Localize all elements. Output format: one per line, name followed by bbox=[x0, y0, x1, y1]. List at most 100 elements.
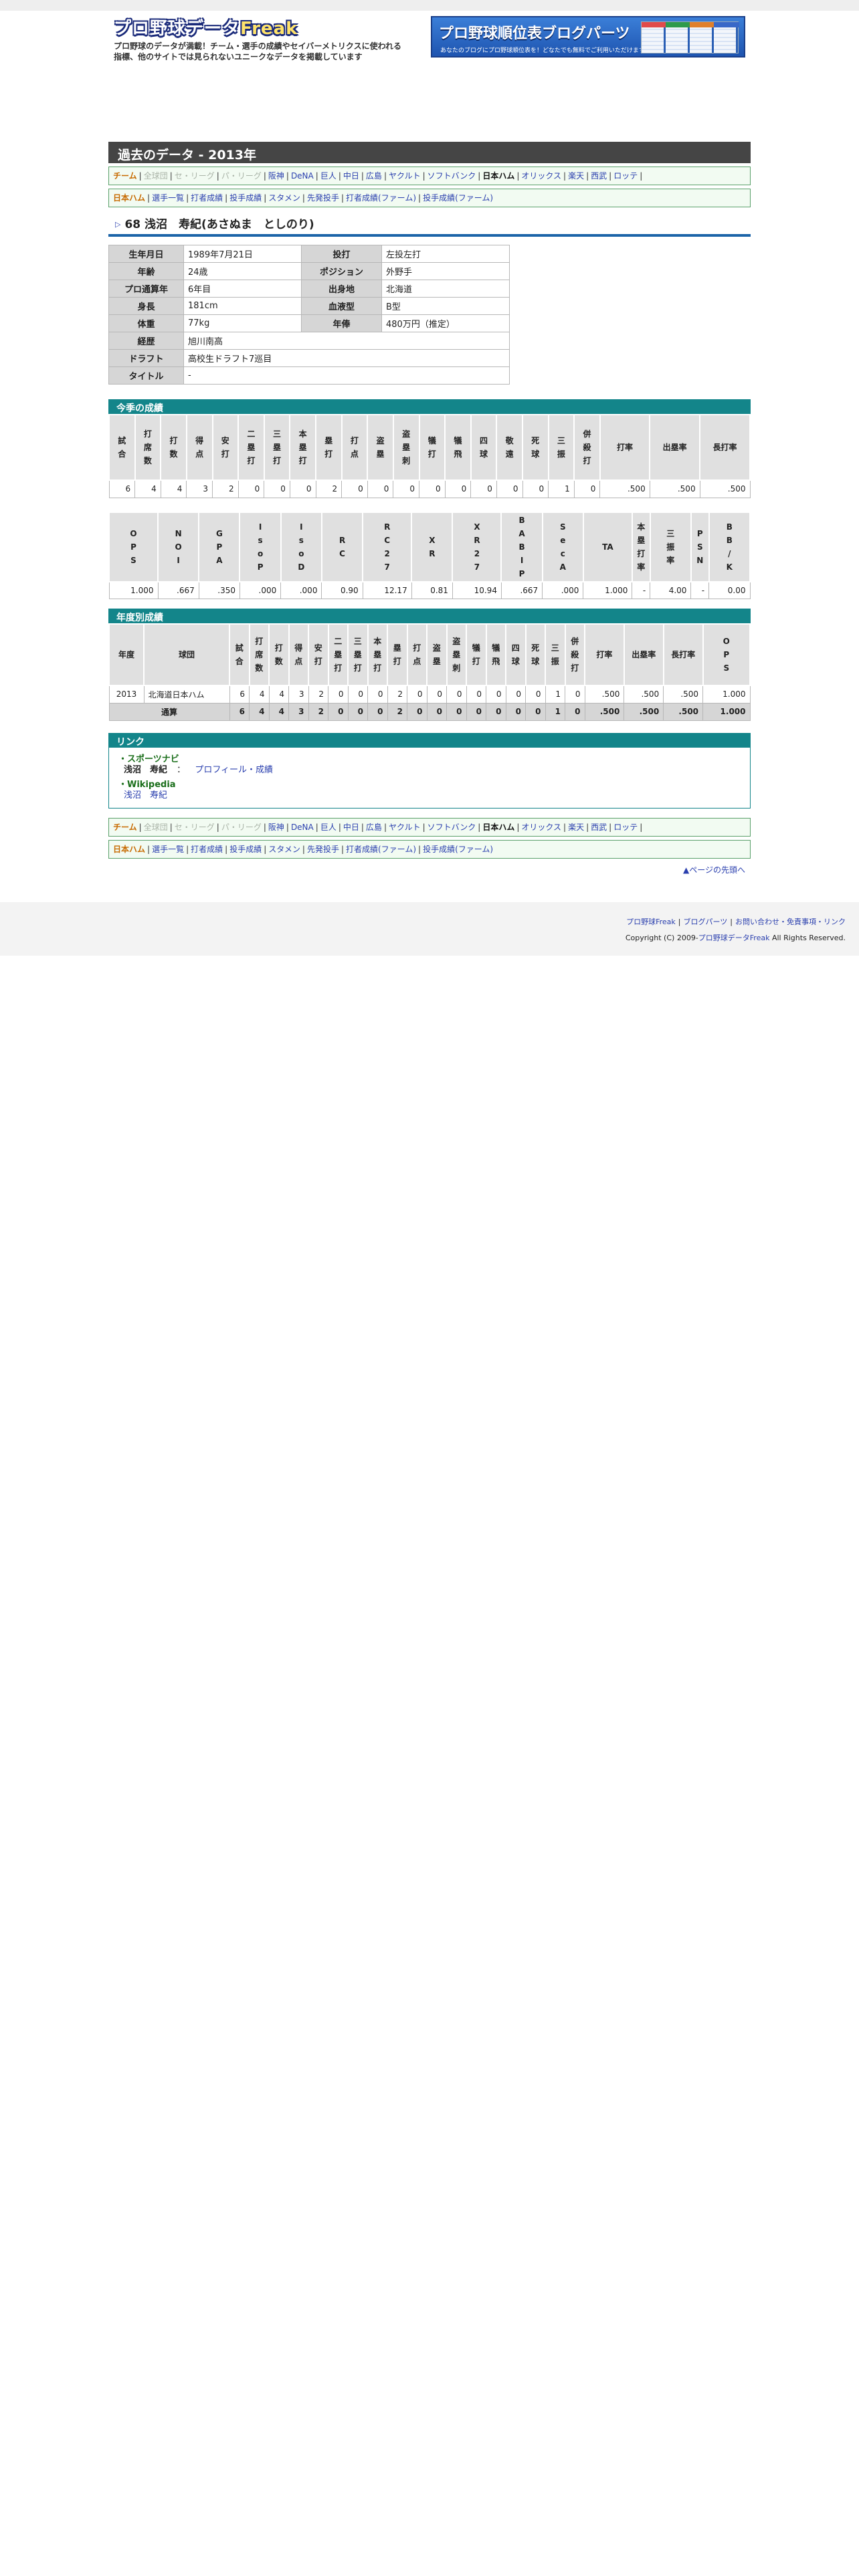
yearly-header-row: 年度 球団試合打席数打数得点安打二塁打三塁打本塁打塁打打点盗塁盗塁刺犠打犠飛四球死… bbox=[108, 623, 751, 686]
column-header: 三振 bbox=[545, 623, 566, 686]
logo-area[interactable]: プロ野球データFreak プロ野球のデータが満載！チーム・選手の成績やセイバーメ… bbox=[114, 15, 421, 62]
stat-cell: 0 bbox=[426, 702, 447, 721]
stat-cell: 1 bbox=[545, 685, 565, 704]
separator: | bbox=[422, 822, 425, 832]
team-link-8[interactable]: ヤクルト bbox=[389, 823, 421, 832]
wikipedia-link[interactable]: 浅沼 寿紀 bbox=[124, 790, 167, 800]
column-header: 二塁打 bbox=[237, 414, 265, 481]
stat-cell: 2 bbox=[387, 685, 407, 704]
footer-link-1[interactable]: ブログパーツ bbox=[684, 918, 728, 926]
column-header: 試合 bbox=[108, 414, 136, 481]
column-header: 年度 bbox=[108, 623, 145, 686]
team-link-4[interactable]: DeNA bbox=[291, 171, 314, 181]
separator: | bbox=[478, 822, 481, 832]
separator: | bbox=[730, 917, 733, 926]
sportsnavi-player: 浅沼 寿紀 bbox=[124, 764, 168, 775]
copyright-link[interactable]: プロ野球データFreak bbox=[698, 934, 770, 942]
links-heading: リンク bbox=[108, 732, 751, 748]
separator: | bbox=[186, 193, 189, 203]
column-header: PSN bbox=[690, 511, 710, 582]
sportsnavi-profile-link[interactable]: プロフィール・成績 bbox=[195, 765, 273, 775]
separator: | bbox=[315, 822, 318, 832]
footer-link-0[interactable]: プロ野球Freak bbox=[626, 918, 676, 926]
profile-key: 体重 bbox=[108, 314, 184, 332]
team-link-9[interactable]: ソフトバンク bbox=[427, 823, 476, 832]
footer-links: プロ野球Freak | ブログパーツ | お問い合わせ・免責事項・リンク bbox=[0, 914, 846, 930]
stat-cell: 4 bbox=[134, 479, 161, 498]
sub-nav-link-6[interactable]: 投手成績(ファーム) bbox=[423, 845, 493, 854]
sub-nav-link-5[interactable]: 打者成績(ファーム) bbox=[346, 193, 416, 203]
team-link-11[interactable]: オリックス bbox=[521, 171, 561, 181]
separator: | bbox=[678, 917, 681, 926]
stat-cell: 4 bbox=[249, 702, 270, 721]
column-header: 敬遠 bbox=[496, 414, 523, 481]
profile-key: 投打 bbox=[301, 245, 382, 263]
blog-parts-banner[interactable]: プロ野球順位表ブログパーツ あなたのブログにプロ野球順位表を！どなたでも無料でご… bbox=[431, 16, 745, 58]
stat-cell: 2 bbox=[308, 685, 328, 704]
sub-nav-link-2[interactable]: 投手成績 bbox=[229, 193, 262, 203]
team-link-9[interactable]: ソフトバンク bbox=[427, 171, 476, 181]
site-logo[interactable]: プロ野球データFreak bbox=[114, 15, 421, 39]
team-link-1[interactable]: セ・リーグ bbox=[175, 171, 215, 181]
profile-value: B型 bbox=[381, 297, 510, 315]
sub-nav-link-3[interactable]: スタメン bbox=[268, 845, 300, 854]
sub-nav-link-2[interactable]: 投手成績 bbox=[229, 845, 262, 854]
team-link-7[interactable]: 広島 bbox=[366, 171, 382, 181]
stat-cell: 0 bbox=[347, 702, 368, 721]
team-link-8[interactable]: ヤクルト bbox=[389, 171, 421, 181]
stat-cell: 2 bbox=[308, 702, 328, 721]
team-link-2[interactable]: パ・リーグ bbox=[221, 171, 262, 181]
column-header: 二塁打 bbox=[327, 623, 349, 686]
team-link-12[interactable]: 楽天 bbox=[568, 171, 584, 181]
sub-nav-link-3[interactable]: スタメン bbox=[268, 193, 300, 203]
stat-cell: .667 bbox=[157, 581, 199, 599]
links-box: ・スポーツナビ 浅沼 寿紀 ： プロフィール・成績 ・Wikipedia 浅沼 … bbox=[108, 747, 751, 809]
team-link-0[interactable]: 全球団 bbox=[144, 171, 168, 181]
team-link-12[interactable]: 楽天 bbox=[568, 823, 584, 832]
sub-nav-link-0[interactable]: 選手一覧 bbox=[152, 193, 184, 203]
team-link-4[interactable]: DeNA bbox=[291, 823, 314, 832]
profile-row: 生年月日 1989年7月21日 投打 左投左打 bbox=[108, 245, 510, 263]
team-link-3[interactable]: 阪神 bbox=[268, 823, 284, 832]
team-link-14[interactable]: ロッテ bbox=[613, 823, 638, 832]
sub-nav-link-4[interactable]: 先発投手 bbox=[307, 193, 339, 203]
team-link-3[interactable]: 阪神 bbox=[268, 171, 284, 181]
team-link-7[interactable]: 広島 bbox=[366, 823, 382, 832]
footer-link-2[interactable]: お問い合わせ・免責事項・リンク bbox=[735, 918, 846, 926]
page-top-link[interactable]: ▲ページの先頭へ bbox=[683, 865, 745, 875]
sub-nav-link-0[interactable]: 選手一覧 bbox=[152, 845, 184, 854]
team-link-13[interactable]: 西武 bbox=[591, 171, 607, 181]
column-header: 塁打 bbox=[315, 414, 343, 481]
separator: | bbox=[169, 822, 173, 832]
separator: | bbox=[586, 822, 589, 832]
stat-cell: 3 bbox=[288, 685, 309, 704]
wikipedia-label: ・Wikipedia bbox=[118, 779, 176, 790]
sub-nav-link-5[interactable]: 打者成績(ファーム) bbox=[346, 845, 416, 854]
sub-nav-link-4[interactable]: 先発投手 bbox=[307, 845, 339, 854]
banner-subtitle: あなたのブログにプロ野球順位表を！どなたでも無料でご利用いただけます bbox=[440, 47, 645, 54]
team-link-2[interactable]: パ・リーグ bbox=[221, 823, 262, 832]
team-link-6[interactable]: 中日 bbox=[343, 171, 359, 181]
stats-value-row: 6 4 4 3 2 0 0 0 2 0 0 0 0 0 0 0 0 1 0.500.500.500 bbox=[108, 479, 751, 498]
team-link-6[interactable]: 中日 bbox=[343, 823, 359, 832]
stat-cell: 0 bbox=[446, 702, 467, 721]
team-link-14[interactable]: ロッテ bbox=[613, 171, 638, 181]
sub-nav-link-1[interactable]: 打者成績 bbox=[191, 193, 223, 203]
team-link-13[interactable]: 西武 bbox=[591, 823, 607, 832]
sub-nav-link-6[interactable]: 投手成績(ファーム) bbox=[423, 193, 493, 203]
separator: | bbox=[263, 822, 266, 832]
profile-value: 外野手 bbox=[381, 262, 510, 280]
sub-nav-link-1[interactable]: 打者成績 bbox=[191, 845, 223, 854]
team-link-5[interactable]: 巨人 bbox=[320, 171, 337, 181]
yearly-stats-table: 年度 球団試合打席数打数得点安打二塁打三塁打本塁打塁打打点盗塁盗塁刺犠打犠飛四球死… bbox=[108, 623, 751, 721]
column-header: 出塁率 bbox=[623, 623, 664, 686]
team-link-0[interactable]: 全球団 bbox=[144, 823, 168, 832]
team-link-5[interactable]: 巨人 bbox=[320, 823, 337, 832]
team-link-1[interactable]: セ・リーグ bbox=[175, 823, 215, 832]
separator: | bbox=[422, 171, 425, 181]
stat-cell: 0 bbox=[289, 479, 316, 498]
profile-value: 24歳 bbox=[183, 262, 302, 280]
site-footer: プロ野球Freak | ブログパーツ | お問い合わせ・免責事項・リンク Copyrig… bbox=[0, 901, 859, 956]
column-header: 死球 bbox=[522, 414, 549, 481]
team-link-11[interactable]: オリックス bbox=[521, 823, 561, 832]
